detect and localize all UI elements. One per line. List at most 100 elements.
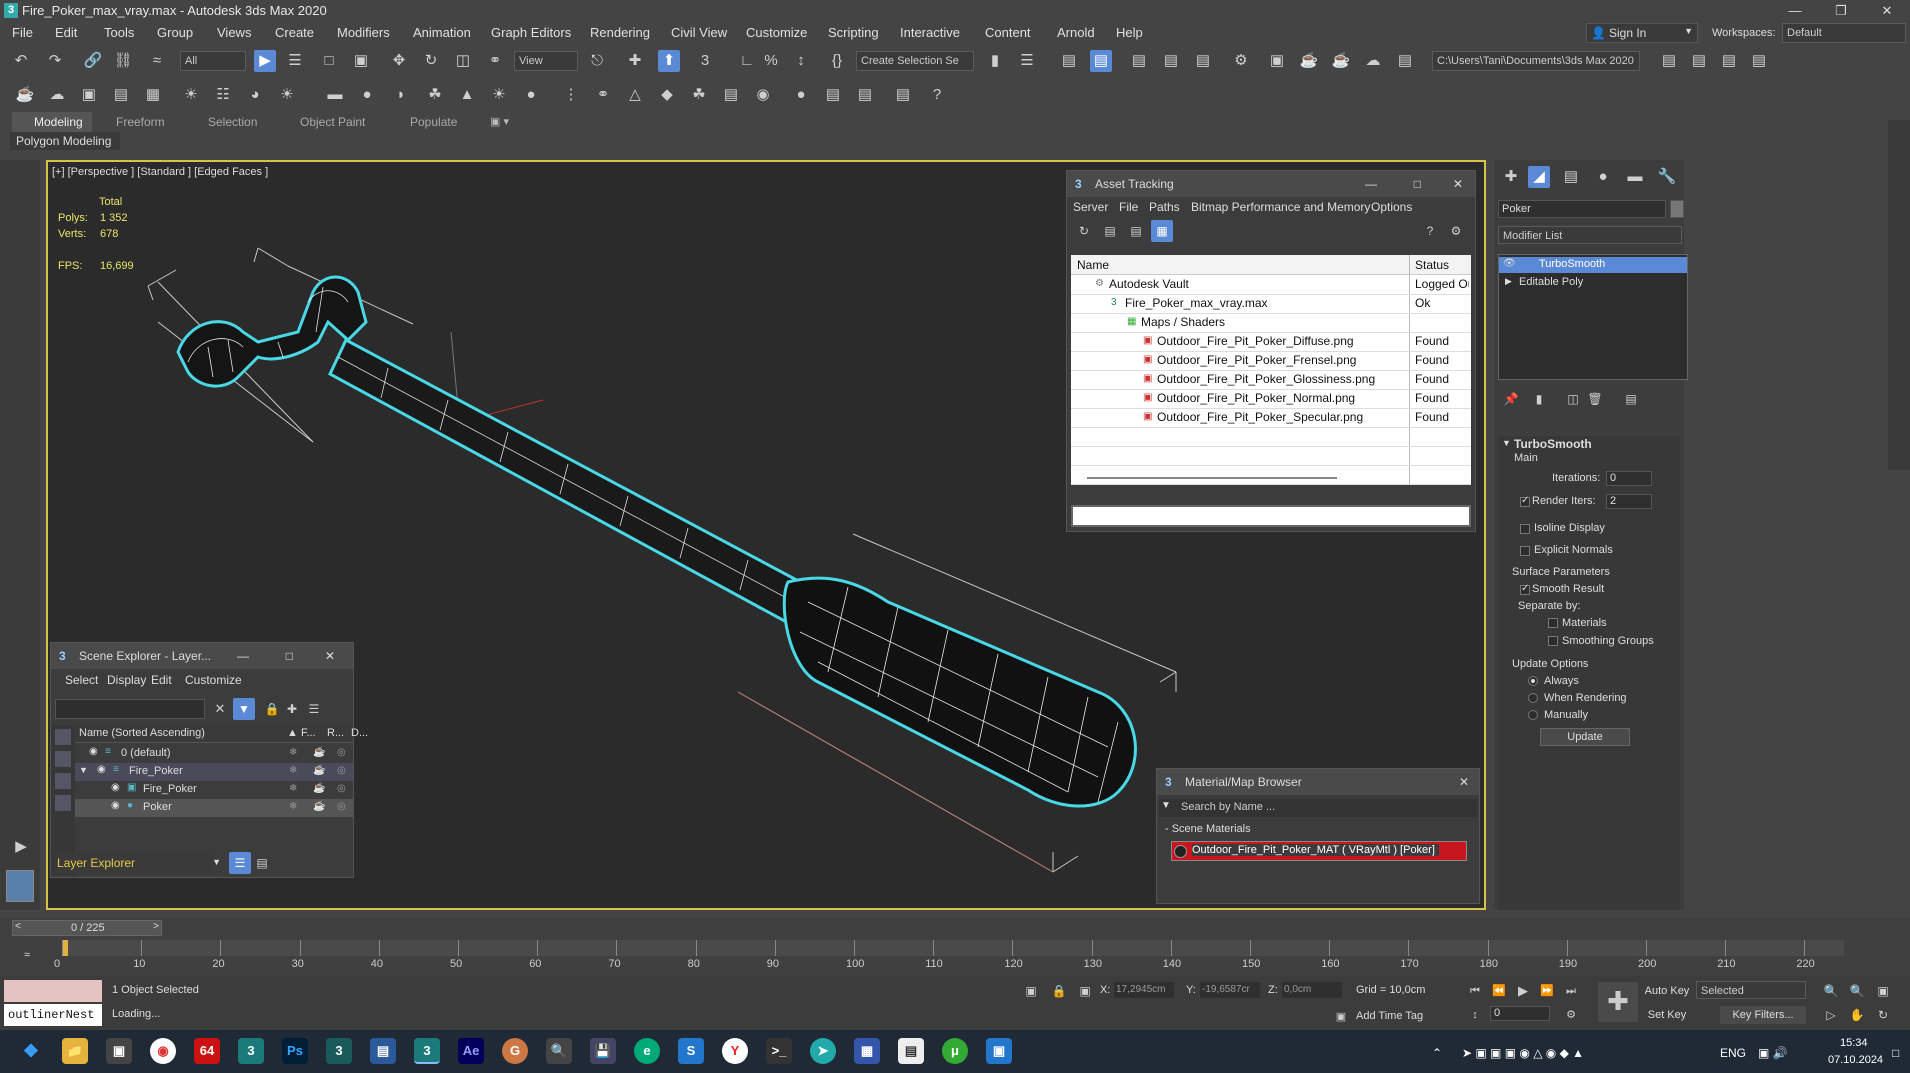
grid-icon[interactable]: ▦ bbox=[1151, 220, 1173, 242]
project-icon-1[interactable]: ▤ bbox=[1658, 50, 1680, 72]
project-icon-3[interactable]: ▤ bbox=[1718, 50, 1740, 72]
go-to-end-icon[interactable]: ⏭ bbox=[1560, 980, 1582, 1002]
calculator-icon[interactable]: ▦ bbox=[854, 1038, 880, 1064]
move-icon[interactable]: ✥ bbox=[388, 50, 410, 72]
next-frame-icon[interactable]: > bbox=[153, 921, 159, 932]
vray-proxy-icon[interactable]: △ bbox=[624, 84, 646, 106]
viewport-layout-icon[interactable] bbox=[6, 870, 34, 902]
vray-bake-icon[interactable]: ▤ bbox=[892, 84, 914, 106]
terminal-icon[interactable]: >_ bbox=[766, 1038, 792, 1064]
menu-modifiers[interactable]: Modifiers bbox=[337, 25, 390, 40]
select-manipulate-icon[interactable]: ✚ bbox=[624, 50, 646, 72]
vray-material-icon-2[interactable]: ▤ bbox=[822, 84, 844, 106]
asset-menu-bitmap[interactable]: Bitmap Performance and Memory bbox=[1191, 200, 1370, 214]
menu-arnold[interactable]: Arnold bbox=[1057, 25, 1095, 40]
link-icon[interactable]: 🔗 bbox=[82, 50, 104, 72]
workspace-dropdown[interactable]: Default bbox=[1782, 23, 1906, 43]
col-name-header[interactable]: Name bbox=[1077, 258, 1109, 272]
zoom-icon[interactable]: 🔍 bbox=[1820, 980, 1842, 1002]
menu-interactive[interactable]: Interactive bbox=[900, 25, 960, 40]
vray-plant-icon[interactable]: ☘ bbox=[688, 84, 710, 106]
ribbon-tab-modeling[interactable]: Modeling bbox=[34, 115, 83, 129]
material-browser-titlebar[interactable]: 3 Material/Map Browser ✕ bbox=[1157, 769, 1479, 795]
clear-search-icon[interactable]: ✕ bbox=[209, 698, 231, 720]
show-end-result-icon[interactable]: ▮ bbox=[1528, 388, 1550, 410]
materials-checkbox[interactable] bbox=[1548, 618, 1558, 628]
asset-menu-server[interactable]: Server bbox=[1073, 200, 1108, 214]
scene-explorer-search[interactable] bbox=[55, 699, 205, 719]
set-key-button[interactable]: Set Key bbox=[1642, 1006, 1692, 1024]
a360-gallery-icon[interactable]: ▤ bbox=[1394, 50, 1416, 72]
asset-menu-file[interactable]: File bbox=[1119, 200, 1138, 214]
absolute-mode-icon[interactable]: ▣ bbox=[1074, 980, 1096, 1002]
y-coordinate-field[interactable]: -19,6587cr bbox=[1200, 982, 1260, 998]
menu-animation[interactable]: Animation bbox=[413, 25, 471, 40]
chrome-icon[interactable]: ◉ bbox=[150, 1038, 176, 1064]
rollout-collapse-icon[interactable]: ▼ bbox=[1502, 438, 1511, 448]
cloud-icon[interactable]: ☁ bbox=[46, 84, 68, 106]
when-rendering-radio[interactable] bbox=[1528, 693, 1538, 703]
vray-ball-icon[interactable]: ● bbox=[520, 84, 542, 106]
document-icon[interactable]: ▤ bbox=[898, 1038, 924, 1064]
selection-lock-icon[interactable]: 🔒 bbox=[1048, 980, 1070, 1002]
asset-row-name[interactable]: Outdoor_Fire_Pit_Poker_Normal.png bbox=[1157, 391, 1355, 405]
vray-sphere-icon[interactable]: ● bbox=[356, 84, 378, 106]
material-editor-icon[interactable]: ▤ bbox=[1192, 50, 1214, 72]
menu-views[interactable]: Views bbox=[217, 25, 251, 40]
menu-customize[interactable]: Customize bbox=[746, 25, 807, 40]
teapot-icon[interactable]: ☕ bbox=[14, 84, 36, 106]
menu-content[interactable]: Content bbox=[985, 25, 1031, 40]
frame-buffer-icon[interactable]: ▣ bbox=[78, 84, 100, 106]
task-view-icon[interactable]: ▣ bbox=[106, 1038, 132, 1064]
eye-icon[interactable]: ◉ bbox=[111, 800, 120, 811]
minimize-icon[interactable]: — bbox=[237, 643, 249, 669]
display-icon[interactable] bbox=[55, 729, 71, 745]
material-search-field[interactable]: ▼ Search by Name ... bbox=[1159, 799, 1477, 817]
after-effects-icon[interactable]: Ae bbox=[458, 1038, 484, 1064]
col-r-header[interactable]: R... bbox=[327, 727, 344, 739]
align-icon[interactable]: ☰ bbox=[1016, 50, 1038, 72]
smooth-result-checkbox[interactable]: ✓ bbox=[1520, 583, 1530, 595]
project-icon-2[interactable]: ▤ bbox=[1688, 50, 1710, 72]
rect-selection-icon[interactable]: □ bbox=[318, 50, 340, 72]
explorer-menu-edit[interactable]: Edit bbox=[151, 673, 172, 687]
menu-graph-editors[interactable]: Graph Editors bbox=[491, 25, 571, 40]
select-by-name-icon[interactable]: ☰ bbox=[284, 50, 306, 72]
key-mode-icon[interactable]: ↕ bbox=[1464, 1004, 1486, 1026]
spinner-snap-icon[interactable]: ↕ bbox=[790, 50, 812, 72]
object-name-field[interactable]: Poker bbox=[1498, 200, 1666, 218]
rendered-frame-icon[interactable]: ▣ bbox=[1266, 50, 1288, 72]
vray-light-icon[interactable]: ☀ bbox=[180, 84, 202, 106]
maximize-icon[interactable]: □ bbox=[286, 643, 293, 669]
sign-in-dropdown[interactable]: 👤 Sign In ▼ bbox=[1586, 23, 1698, 43]
asset-menu-options[interactable]: Options bbox=[1371, 200, 1412, 214]
render-icon[interactable]: ☕ bbox=[1298, 50, 1320, 72]
fov-icon[interactable]: ▷ bbox=[1820, 1004, 1842, 1026]
pivot-icon[interactable]: ⎋ bbox=[586, 50, 608, 72]
edge-icon[interactable]: e bbox=[634, 1038, 660, 1064]
minimize-icon[interactable]: — bbox=[1365, 171, 1377, 197]
render-cloud-icon[interactable]: ☁ bbox=[1362, 50, 1384, 72]
orbit-icon[interactable]: ↻ bbox=[1872, 1004, 1894, 1026]
freeze-icon[interactable]: ❄ bbox=[289, 747, 297, 758]
ribbon-tab-populate[interactable]: Populate bbox=[410, 115, 457, 129]
asset-path-field[interactable] bbox=[1071, 505, 1471, 527]
isoline-checkbox[interactable] bbox=[1520, 524, 1530, 534]
menu-scripting[interactable]: Scripting bbox=[828, 25, 879, 40]
pin-stack-icon[interactable]: 📌 bbox=[1500, 388, 1522, 410]
manually-radio[interactable] bbox=[1528, 710, 1538, 720]
vray-molecule-icon[interactable]: ⚭ bbox=[592, 84, 614, 106]
file-explorer-icon[interactable]: 📁 bbox=[62, 1038, 88, 1064]
notepad-icon[interactable]: ▤ bbox=[370, 1038, 396, 1064]
asset-row-name[interactable]: Fire_Poker_max_vray.max bbox=[1125, 296, 1268, 310]
smoothing-groups-checkbox[interactable] bbox=[1548, 636, 1558, 646]
play-animation-icon[interactable]: ▶ bbox=[1512, 980, 1534, 1002]
app-64-icon[interactable]: 64 bbox=[194, 1038, 220, 1064]
col-status-header[interactable]: Status bbox=[1415, 258, 1449, 272]
ribbon-tab-selection[interactable]: Selection bbox=[208, 115, 257, 129]
save-app-icon[interactable]: 💾 bbox=[590, 1038, 616, 1064]
layers-mode-icon[interactable]: ☰ bbox=[229, 852, 251, 874]
notifications-icon[interactable]: □ bbox=[1892, 1046, 1899, 1060]
selection-filter-dropdown[interactable]: All bbox=[180, 51, 246, 71]
menu-create[interactable]: Create bbox=[275, 25, 314, 40]
